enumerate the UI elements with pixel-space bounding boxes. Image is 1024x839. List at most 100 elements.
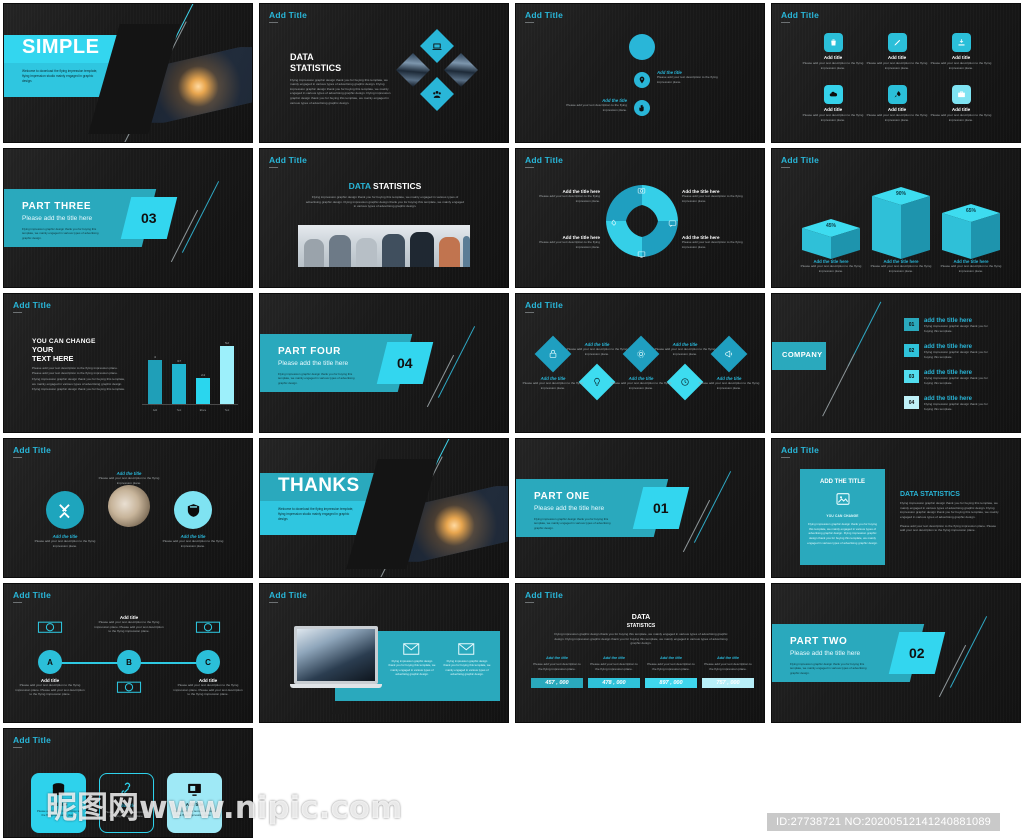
caption-body: Please add your text description to the …: [94, 620, 164, 634]
tile-item-3[interactable]: Add title Please add your text descripti…: [925, 33, 997, 70]
briefcase-icon: [957, 91, 965, 98]
tile-item-2[interactable]: Add title Please add your text descripti…: [861, 33, 933, 70]
image-id-label: ID:27738721 NO:20200512141240881089: [767, 813, 1000, 831]
chart-bar-4: [220, 346, 234, 404]
slide-header: Add Title: [13, 445, 51, 458]
slide-thumbnail-12[interactable]: COMPANY 01 add the title here Flying imp…: [771, 293, 1021, 433]
mail-item-2: Flying impression graphic design thank y…: [443, 642, 491, 677]
item-body: Please add your text description to the …: [566, 103, 627, 112]
slide-thumbnail-1[interactable]: SIMPLE Welcome to download the flying im…: [3, 3, 253, 143]
chart-cat-2: Text: [176, 409, 182, 412]
slide-thumbnail-14[interactable]: THANKS Welcome to download the flying im…: [259, 438, 509, 578]
rocket-icon: [611, 219, 616, 226]
timeline-node-a[interactable]: A: [38, 650, 62, 674]
item-number: 02: [904, 344, 919, 357]
part-subtitle: Please add the title here: [22, 215, 93, 222]
chart-cat-1: Add: [152, 409, 158, 412]
list-item[interactable]: 01 add the title here Flying impression …: [904, 318, 992, 333]
clock-icon: [681, 378, 689, 386]
slide-thumbnail-13[interactable]: Add Title Add the title Please add your …: [3, 438, 253, 578]
card-3[interactable]: Add title Please add your text descripti…: [167, 773, 222, 833]
star-item-4: Add the title here Please add your text …: [682, 235, 750, 249]
mail-icon: [458, 643, 475, 655]
bar-chart: 4 3.7 2.4 5.2 Add Text Ehere Text: [142, 324, 238, 414]
circle-caption-1: Add the title Please add your text descr…: [28, 534, 102, 548]
slide-thumbnail-9[interactable]: Add Title YOU CAN CHANGE YOUR TEXT HERE …: [3, 293, 253, 433]
circle-photo: [108, 485, 150, 527]
bar-3d-3: 65%: [942, 204, 1000, 259]
slide-thumbnail-19[interactable]: Add Title DATA STATISTICS Flying impress…: [515, 583, 765, 723]
slide-thumbnail-3[interactable]: Add Title Add the title Please add your …: [515, 3, 765, 143]
slide-thumbnail-4[interactable]: Add Title Add title Please add your text…: [771, 3, 1021, 143]
bulb-icon: [594, 377, 600, 386]
slide-thumbnail-7[interactable]: Add Title Add the title here Please add …: [515, 148, 765, 288]
laptop-icon: [432, 42, 442, 50]
stat-body: Please add your text description to the …: [647, 662, 695, 671]
slide-thumbnail-20[interactable]: 02 PART TWO Please add the title here Fl…: [771, 583, 1021, 723]
bar-value-label: 65%: [965, 208, 976, 214]
slide-thumbnail-21[interactable]: Add Title Add title Please add your text…: [3, 728, 253, 838]
heading-line1: DATA: [290, 52, 314, 62]
diamond-bottom: [420, 77, 454, 111]
list-item[interactable]: 04 add the title here Flying impression …: [904, 396, 992, 411]
part-title: PART THREE: [22, 201, 92, 212]
link-icon: [121, 782, 131, 796]
slide-thumbnail-11[interactable]: Add Title Add the title Please add your …: [515, 293, 765, 433]
slide-thumbnail-2[interactable]: Add Title DATA STATISTICS Flying impress…: [259, 3, 509, 143]
slide-thumbnail-6[interactable]: Add Title DATA STATISTICS Flying impress…: [259, 148, 509, 288]
mail-item-1: Flying impression graphic design thank y…: [388, 642, 436, 677]
part-number-box: 01: [632, 487, 690, 529]
tile-item-4[interactable]: Add title Please add your text descripti…: [797, 85, 869, 122]
node-label: A: [47, 657, 53, 667]
card-1[interactable]: Add title Please add your text descripti…: [31, 773, 86, 833]
database-icon: [52, 783, 65, 796]
item-number: 04: [904, 396, 919, 409]
slide-thumbnail-8[interactable]: Add Title 45% 90% 65% Add the title here…: [771, 148, 1021, 288]
part-number: 04: [397, 355, 413, 371]
header-title: Add Title: [781, 445, 820, 455]
tile-item-5[interactable]: Add title Please add your text descripti…: [861, 85, 933, 122]
tile-body: Please add your text description to the …: [866, 113, 928, 122]
slide-thumbnail-17[interactable]: Add Title A B C Add title Please add you…: [3, 583, 253, 723]
lock-icon: [549, 349, 557, 358]
timeline-node-b[interactable]: B: [117, 650, 141, 674]
bar-caption-3: Add the title here Please add your text …: [934, 259, 1008, 273]
tile-item-6[interactable]: Add title Please add your text descripti…: [925, 85, 997, 122]
tile-item-1[interactable]: Add title Please add your text descripti…: [797, 33, 869, 70]
diamond-top: [420, 29, 454, 63]
header-underline: [269, 166, 278, 168]
mail-body: Flying impression graphic design thank y…: [388, 659, 436, 677]
stat-column-2: Add the title Please add your text descr…: [588, 656, 640, 689]
slide-thumbnail-15[interactable]: 01 PART ONE Please add the title here Fl…: [515, 438, 765, 578]
slide-thumbnail-10[interactable]: 04 PART FOUR Please add the title here F…: [259, 293, 509, 433]
slide-thumbnail-16[interactable]: Add Title ADD THE TITLE YOU CAN CHANGE F…: [771, 438, 1021, 578]
heading-block: YOU CAN CHANGE YOUR TEXT HERE Please add…: [32, 338, 125, 391]
right-column: DATA STATISTICS Flying impression graphi…: [900, 491, 1000, 533]
shield-icon: [187, 503, 199, 517]
caption-body: Please add your text description to the …: [522, 381, 584, 390]
slide-header: Add Title: [525, 10, 563, 23]
heading-row: DATA STATISTICS: [260, 181, 508, 191]
laptop-mockup: [290, 626, 382, 692]
list-item[interactable]: 02 add the title here Flying impression …: [904, 344, 992, 359]
part-subtitle: Please add the title here: [790, 650, 861, 657]
card-2[interactable]: Add title Please add your text descripti…: [99, 773, 154, 833]
circle-hand: [634, 100, 650, 116]
slide-body: Welcome to download the flying impressio…: [278, 507, 354, 521]
header-underline: [269, 601, 278, 603]
slide-thumbnail-5[interactable]: 03 PART THREE Please add the title here …: [3, 148, 253, 288]
bar-caption-2: Add the title here Please add your text …: [864, 259, 938, 273]
part-title: PART ONE: [534, 491, 590, 502]
caption-body: Please add your text description to the …: [870, 264, 932, 273]
cloud-icon: [829, 91, 837, 97]
item-body: Flying impression graphic design thank y…: [924, 324, 988, 333]
node-label: C: [205, 657, 211, 667]
header-underline: [781, 21, 790, 23]
download-icon: [958, 39, 964, 46]
timeline-node-c[interactable]: C: [196, 650, 220, 674]
monitor-icon: [188, 783, 201, 796]
list-item[interactable]: 03 add the title here Flying impression …: [904, 370, 992, 385]
slide-header: Add Title: [269, 155, 307, 168]
slide-thumbnail-18[interactable]: Add Title Flying impression graphic desi…: [259, 583, 509, 723]
stat-title: Add the title: [717, 656, 739, 660]
